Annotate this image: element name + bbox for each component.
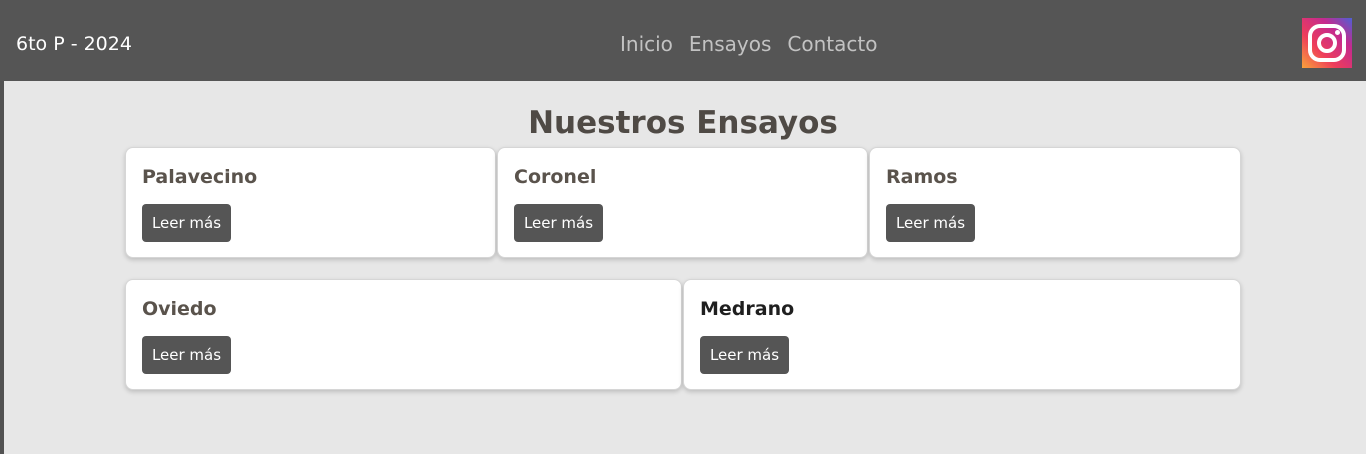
page-frame: 6to P - 2024 Inicio Ensayos Contacto Nue…: [0, 0, 1366, 454]
card-title: Medrano: [700, 298, 795, 320]
read-more-button[interactable]: Leer más: [514, 204, 603, 242]
page-title: Nuestros Ensayos: [528, 105, 838, 141]
nav-link-ensayos[interactable]: Ensayos: [689, 31, 771, 57]
read-more-button[interactable]: Leer más: [886, 204, 975, 242]
card-title: Oviedo: [142, 298, 217, 320]
card-coronel: Coronel Leer más: [497, 147, 868, 258]
brand-link[interactable]: 6to P - 2024: [16, 32, 132, 56]
nav-links: Inicio Ensayos Contacto: [620, 31, 877, 57]
card-medrano: Medrano Leer más: [683, 279, 1241, 390]
main-content: Nuestros Ensayos Palavecino Leer más Cor…: [4, 81, 1366, 454]
card-title: Ramos: [886, 166, 958, 188]
nav-link-inicio[interactable]: Inicio: [620, 31, 673, 57]
card-title: Palavecino: [142, 166, 258, 188]
card-ramos: Ramos Leer más: [869, 147, 1241, 258]
nav-link-contacto[interactable]: Contacto: [787, 31, 877, 57]
instagram-icon: [1302, 18, 1352, 68]
card-title: Coronel: [514, 166, 597, 188]
card-palavecino: Palavecino Leer más: [125, 147, 496, 258]
instagram-link[interactable]: [1302, 18, 1352, 68]
navbar: 6to P - 2024 Inicio Ensayos Contacto: [0, 0, 1366, 81]
read-more-button[interactable]: Leer más: [142, 204, 231, 242]
read-more-button[interactable]: Leer más: [142, 336, 231, 374]
read-more-button[interactable]: Leer más: [700, 336, 789, 374]
card-oviedo: Oviedo Leer más: [125, 279, 682, 390]
